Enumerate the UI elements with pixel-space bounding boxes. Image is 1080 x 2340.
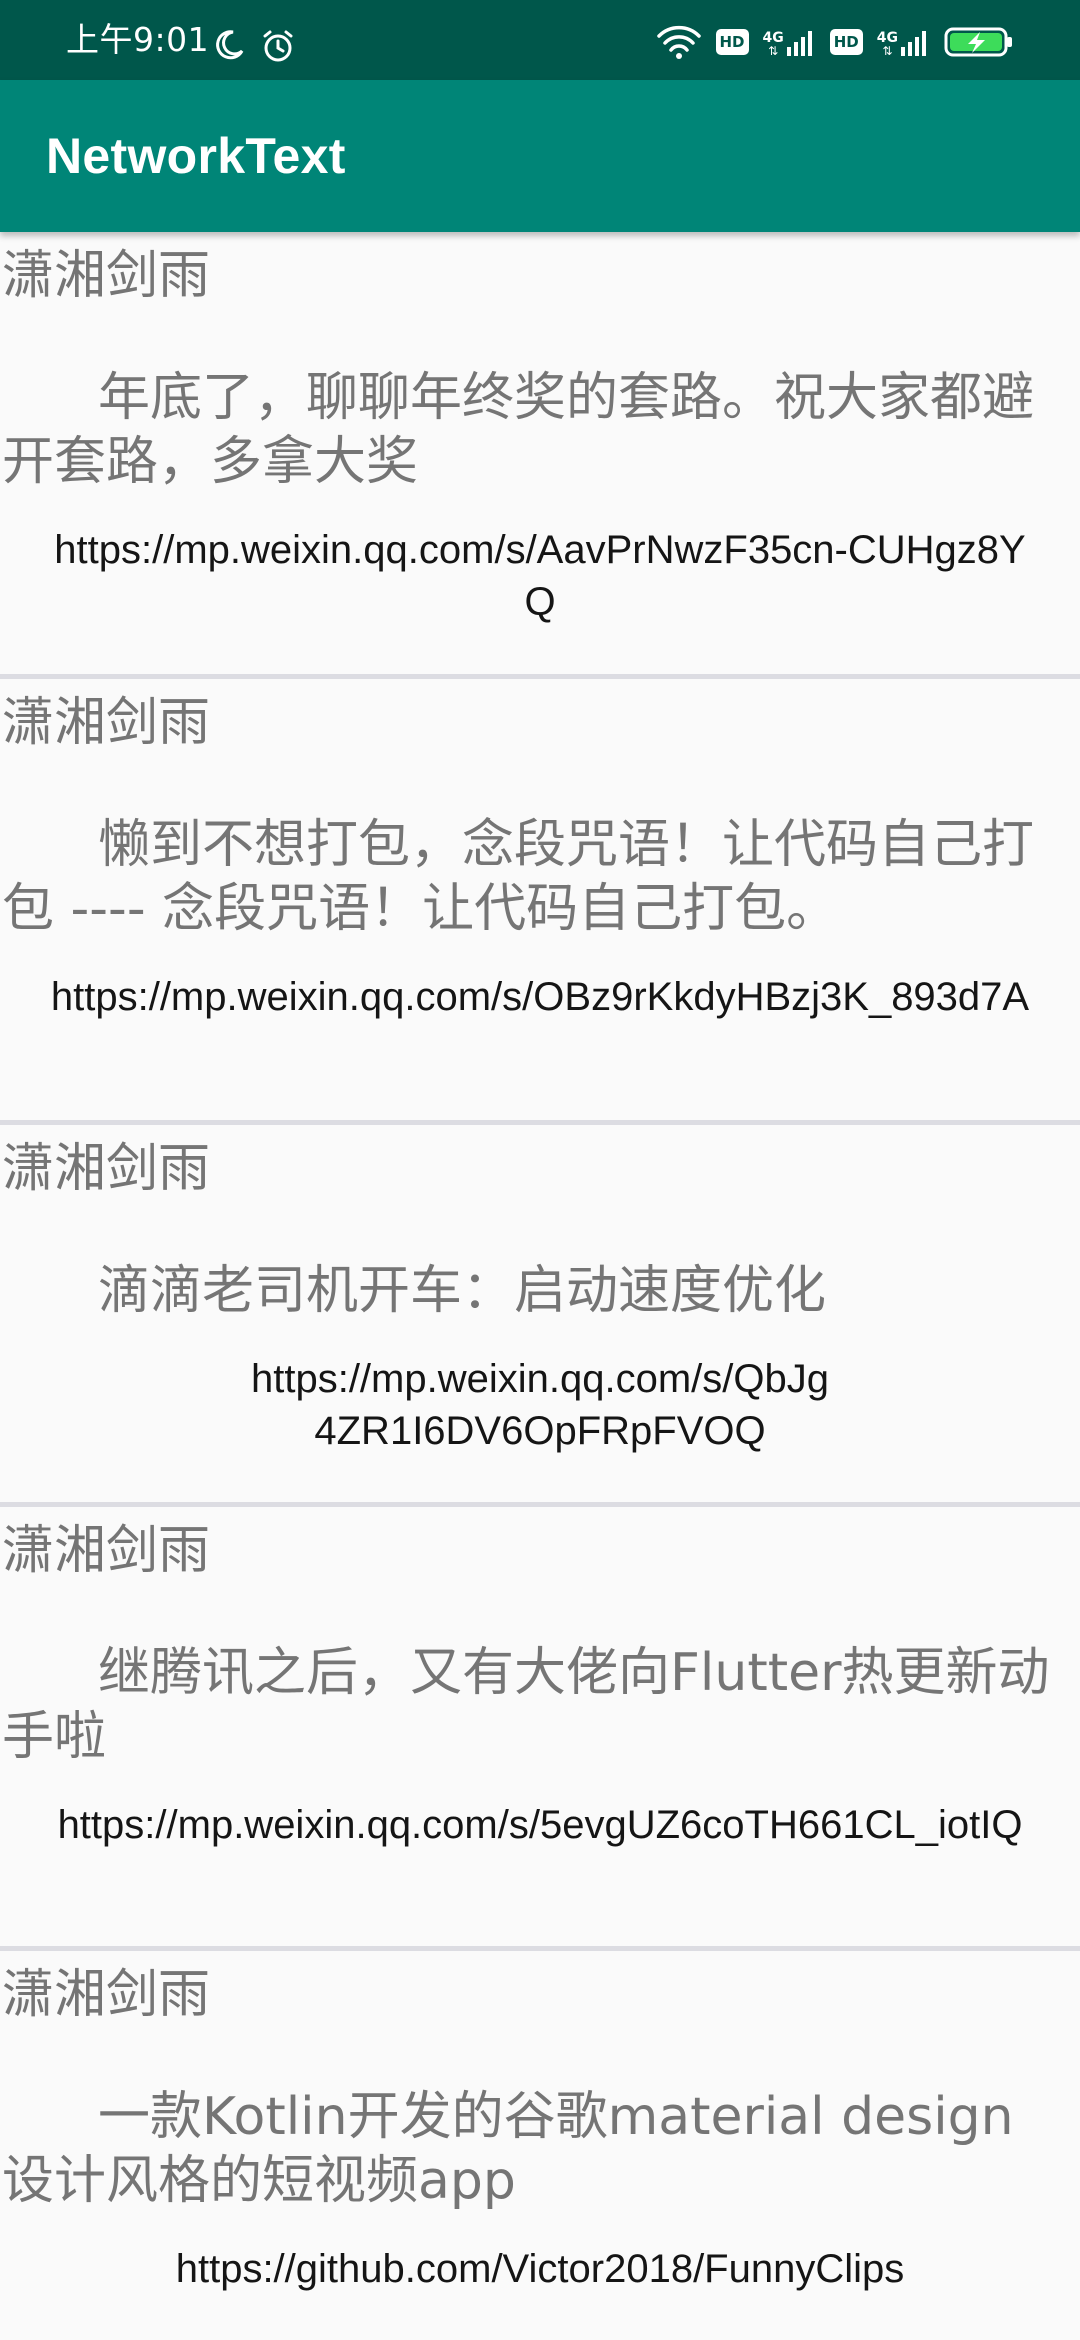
network-type-label-1: 4G: [762, 30, 784, 46]
item-link[interactable]: https://mp.weixin.qq.com/s/5evgUZ6coTH66…: [0, 1799, 1080, 1851]
item-link[interactable]: https://mp.weixin.qq.com/s/OBz9rKkdyHBzj…: [0, 971, 1080, 1023]
hd-badge-1: HD: [715, 29, 749, 55]
signal-bars-icon: [901, 31, 926, 56]
alarm-clock-icon: [260, 28, 296, 64]
app-title: NetworkText: [46, 128, 346, 184]
cell-signal-2: 4G ⇅: [877, 27, 930, 57]
moon-icon: [212, 28, 246, 64]
app-bar: NetworkText: [0, 80, 1080, 232]
signal-bars-icon: [786, 31, 812, 56]
cell-signal-1: 4G ⇅: [763, 27, 816, 57]
item-title: 年底了，聊聊年终奖的套路。祝大家都避开套路，多拿大奖: [2, 368, 1035, 492]
item-title: 继腾讯之后，又有大佬向Flutter热更新动手啦: [2, 1643, 1050, 1767]
item-title: 滴滴老司机开车：启动速度优化: [98, 1261, 827, 1321]
status-left-icons: [212, 28, 296, 64]
battery-charging-icon: [944, 25, 1014, 59]
list-item[interactable]: 潇湘剑雨 一款Kotlin开发的谷歌material design 设计风格的短…: [0, 1951, 1080, 2291]
data-arrows-icon: ⇅: [768, 44, 779, 58]
data-arrows-icon: ⇅: [882, 44, 893, 58]
item-author: 潇湘剑雨: [2, 1965, 211, 2025]
item-title: 一款Kotlin开发的谷歌material design 设计风格的短视频app: [2, 2087, 1014, 2211]
wifi-icon: [656, 24, 702, 60]
item-link[interactable]: https://mp.weixin.qq.com/s/QbJg4ZR1I6DV6…: [0, 1353, 1080, 1457]
item-author: 潇湘剑雨: [2, 246, 211, 306]
item-link[interactable]: https://github.com/Victor2018/FunnyClips: [0, 2243, 1080, 2295]
list-item[interactable]: 潇湘剑雨 滴滴老司机开车：启动速度优化 https://mp.weixin.qq…: [0, 1125, 1080, 1507]
hd-badge-2: HD: [829, 29, 863, 55]
list-item[interactable]: 潇湘剑雨 年底了，聊聊年终奖的套路。祝大家都避开套路，多拿大奖 https://…: [0, 232, 1080, 679]
item-link[interactable]: https://mp.weixin.qq.com/s/AavPrNwzF35cn…: [0, 524, 1080, 628]
item-author: 潇湘剑雨: [2, 1139, 211, 1199]
list-item[interactable]: 潇湘剑雨 继腾讯之后，又有大佬向Flutter热更新动手啦 https://mp…: [0, 1507, 1080, 1951]
item-author: 潇湘剑雨: [2, 693, 211, 753]
list-item[interactable]: 潇湘剑雨 懒到不想打包，念段咒语！让代码自己打包 ---- 念段咒语！让代码自己…: [0, 679, 1080, 1125]
status-time: 上午9:01: [66, 20, 210, 59]
item-title: 懒到不想打包，念段咒语！让代码自己打包 ---- 念段咒语！让代码自己打包。: [2, 815, 1035, 939]
status-right-icons: HD 4G ⇅ HD 4G ⇅: [656, 24, 1015, 60]
network-type-label-2: 4G: [876, 30, 898, 46]
item-author: 潇湘剑雨: [2, 1521, 211, 1581]
status-bar: 上午9:01 HD 4G ⇅ HD 4G ⇅: [0, 0, 1080, 80]
article-list[interactable]: 潇湘剑雨 年底了，聊聊年终奖的套路。祝大家都避开套路，多拿大奖 https://…: [0, 232, 1080, 2291]
